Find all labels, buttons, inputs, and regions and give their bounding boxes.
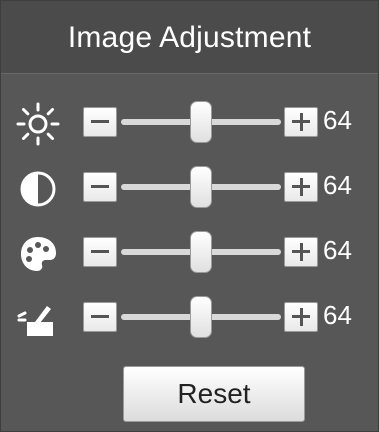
contrast-increase-button[interactable]: [284, 172, 318, 202]
contrast-value: 64: [323, 170, 352, 200]
sharpness-increase-button[interactable]: [284, 302, 318, 332]
brightness-increase-button[interactable]: [284, 107, 318, 137]
palette-icon: [13, 229, 63, 279]
brightness-icon: [13, 99, 63, 149]
sharpness-icon: [13, 294, 63, 344]
sharpness-decrease-button[interactable]: [83, 302, 117, 332]
panel-header: Image Adjustment: [1, 1, 378, 74]
sharpness-value: 64: [323, 300, 352, 330]
reset-button[interactable]: Reset: [123, 366, 305, 422]
contrast-slider-thumb[interactable]: [190, 166, 212, 208]
contrast-icon: [13, 164, 63, 214]
panel-title: Image Adjustment: [67, 21, 312, 54]
contrast-decrease-button[interactable]: [83, 172, 117, 202]
saturation-decrease-button[interactable]: [83, 237, 117, 267]
brightness-value: 64: [323, 105, 352, 135]
saturation-slider-thumb[interactable]: [190, 231, 212, 273]
saturation-value: 64: [323, 235, 352, 265]
saturation-row: 64: [1, 223, 379, 293]
saturation-increase-button[interactable]: [284, 237, 318, 267]
sharpness-row: 64: [1, 288, 379, 358]
sharpness-slider-thumb[interactable]: [190, 296, 212, 338]
brightness-decrease-button[interactable]: [83, 107, 117, 137]
brightness-slider-thumb[interactable]: [190, 101, 212, 143]
brightness-row: 64: [1, 93, 379, 163]
image-adjustment-panel: Image Adjustment 64 64 64 64 Reset: [0, 0, 379, 432]
contrast-row: 64: [1, 158, 379, 228]
